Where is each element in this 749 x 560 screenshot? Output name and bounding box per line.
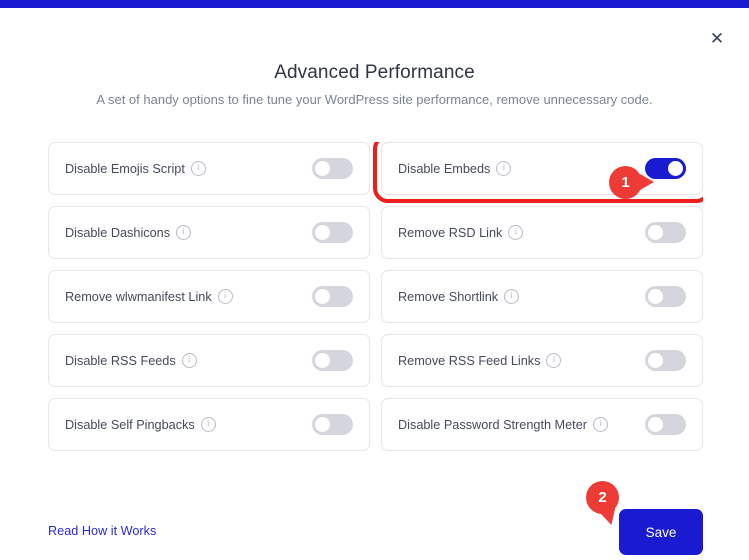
option-label: Disable RSS Feeds: [65, 353, 176, 368]
callout-badge-1-number: 1: [621, 174, 630, 191]
options-grid: Disable Emojis Script i Disable Embeds i Dis…: [48, 142, 703, 460]
option-label: Remove RSD Link: [398, 225, 503, 240]
top-accent-bar: [0, 0, 749, 8]
toggle-knob: [668, 161, 683, 176]
option-row-remove-rss-feed-links[interactable]: Remove RSS Feed Links i: [381, 334, 703, 387]
remove-rss-feed-links-toggle[interactable]: [645, 350, 686, 371]
callout-badge-2: 2: [586, 481, 620, 528]
toggle-knob: [648, 353, 663, 368]
callout-tail-icon: [640, 174, 654, 190]
option-row-disable-emojis-script[interactable]: Disable Emojis Script i: [48, 142, 370, 195]
info-icon[interactable]: i: [593, 417, 608, 432]
advanced-performance-modal: ✕ Advanced Performance A set of handy op…: [0, 8, 749, 560]
option-row-disable-embeds[interactable]: Disable Embeds i: [373, 142, 703, 203]
info-icon[interactable]: i: [200, 417, 216, 432]
option-label: Disable Dashicons: [65, 225, 171, 240]
option-row-disable-password-strength-meter[interactable]: Disable Password Strength Meter i: [381, 398, 703, 451]
toggle-knob: [315, 289, 330, 304]
option-label-group: Disable Self Pingbacks i: [65, 417, 216, 432]
option-label: Disable Embeds: [398, 161, 491, 176]
toggle-knob: [315, 417, 330, 432]
option-label-group: Remove wlwmanifest Link i: [65, 289, 233, 304]
toggle-knob: [315, 225, 330, 240]
option-label-group: Remove RSS Feed Links i: [398, 353, 562, 368]
option-row-disable-rss-feeds[interactable]: Disable RSS Feeds i: [48, 334, 370, 387]
save-button[interactable]: Save: [619, 509, 703, 555]
option-row-remove-shortlink[interactable]: Remove Shortlink i: [381, 270, 703, 323]
option-label-group: Disable Password Strength Meter i: [398, 417, 608, 432]
option-row-disable-dashicons[interactable]: Disable Dashicons i: [48, 206, 370, 259]
disable-password-strength-meter-toggle[interactable]: [645, 414, 686, 435]
option-row-disable-self-pingbacks[interactable]: Disable Self Pingbacks i: [48, 398, 370, 451]
toggle-knob: [648, 417, 663, 432]
toggle-knob: [648, 225, 663, 240]
option-label-group: Disable RSS Feeds i: [65, 353, 197, 368]
option-label-group: Remove RSD Link i: [398, 225, 524, 240]
info-icon[interactable]: i: [504, 289, 520, 304]
options-scroll-area[interactable]: Disable Emojis Script i Disable Embeds i Dis…: [48, 142, 703, 460]
option-label-group: Disable Dashicons i: [65, 225, 192, 240]
info-icon[interactable]: i: [176, 225, 192, 240]
option-label-group: Disable Emojis Script i: [65, 161, 206, 176]
info-icon[interactable]: i: [217, 289, 233, 304]
option-label-group: Disable Embeds i: [398, 161, 512, 176]
info-icon[interactable]: i: [496, 161, 512, 176]
read-how-it-works-link[interactable]: Read How it Works: [48, 524, 156, 538]
disable-rss-feeds-toggle[interactable]: [312, 350, 353, 371]
option-label: Remove RSS Feed Links: [398, 353, 541, 368]
callout-badge-1: 1: [609, 166, 654, 199]
remove-wlwmanifest-link-toggle[interactable]: [312, 286, 353, 307]
info-icon[interactable]: i: [546, 353, 562, 368]
callout-badge-2-number: 2: [598, 489, 607, 506]
modal-footer: Read How it Works Save: [0, 486, 749, 560]
close-icon[interactable]: ✕: [705, 26, 729, 50]
remove-rsd-link-toggle[interactable]: [645, 222, 686, 243]
info-icon[interactable]: i: [508, 225, 524, 240]
option-row-remove-wlwmanifest-link[interactable]: Remove wlwmanifest Link i: [48, 270, 370, 323]
option-label: Disable Self Pingbacks: [65, 417, 195, 432]
option-label-group: Remove Shortlink i: [398, 289, 520, 304]
disable-self-pingbacks-toggle[interactable]: [312, 414, 353, 435]
info-icon[interactable]: i: [181, 353, 197, 368]
option-label: Disable Emojis Script: [65, 161, 185, 176]
info-icon[interactable]: i: [190, 161, 206, 176]
remove-shortlink-toggle[interactable]: [645, 286, 686, 307]
page-title: Advanced Performance: [274, 62, 475, 83]
toggle-knob: [648, 289, 663, 304]
option-label: Remove wlwmanifest Link: [65, 289, 212, 304]
disable-emojis-script-toggle[interactable]: [312, 158, 353, 179]
page-subtitle: A set of handy options to fine tune your…: [96, 92, 653, 107]
option-label: Remove Shortlink: [398, 289, 499, 304]
toggle-knob: [315, 353, 330, 368]
option-row-remove-rsd-link[interactable]: Remove RSD Link i: [381, 206, 703, 259]
option-label: Disable Password Strength Meter: [398, 417, 587, 432]
toggle-knob: [315, 161, 330, 176]
disable-dashicons-toggle[interactable]: [312, 222, 353, 243]
